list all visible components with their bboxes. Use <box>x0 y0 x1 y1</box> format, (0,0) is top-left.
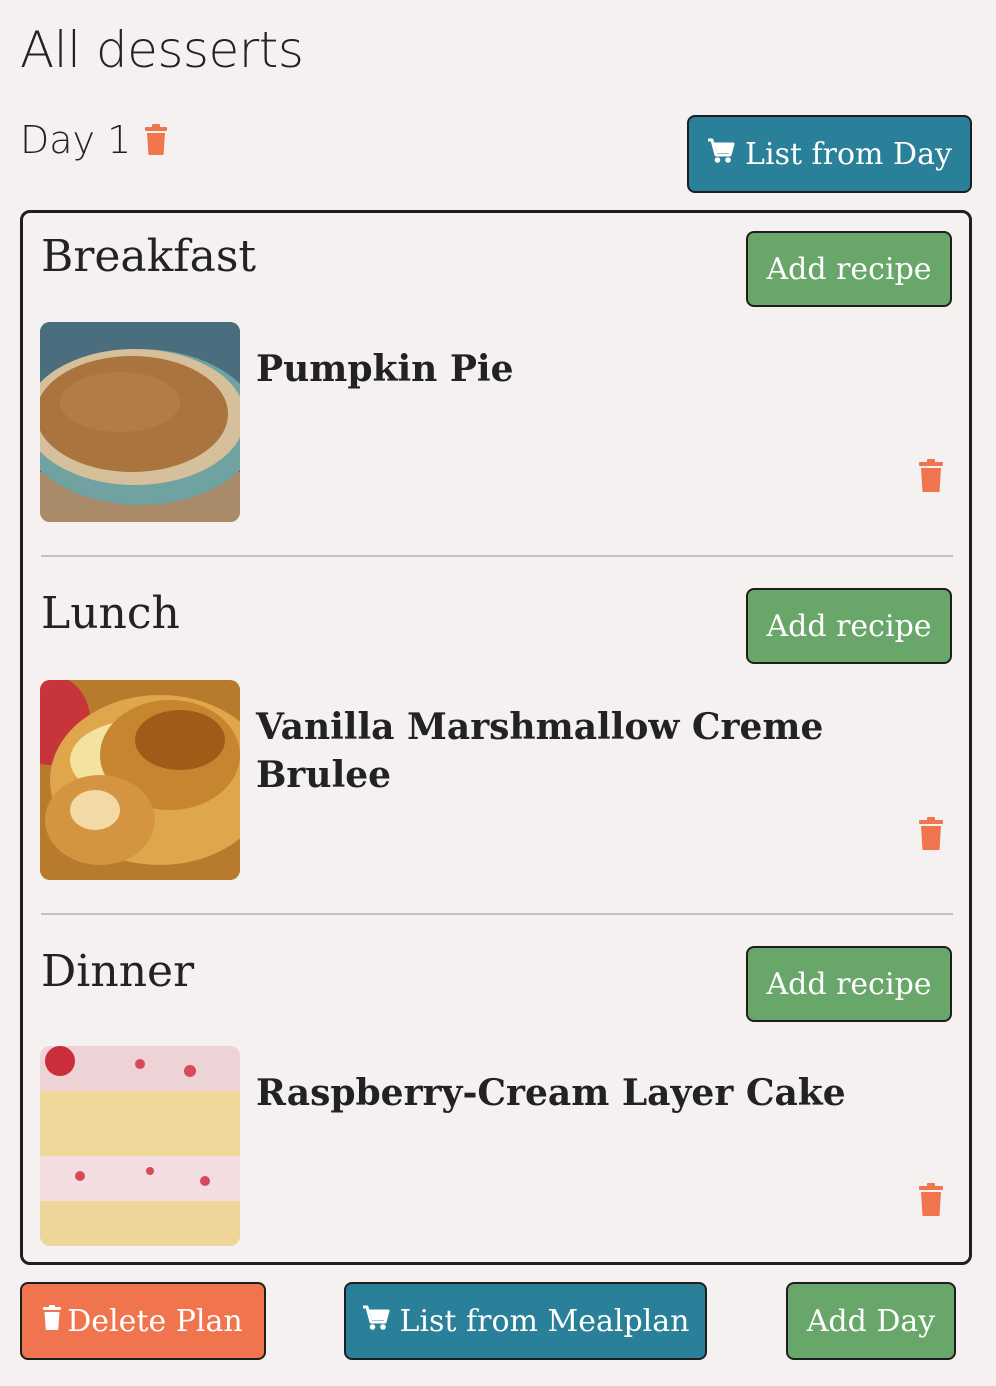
add-recipe-label: Add recipe <box>766 608 932 644</box>
page-title: All desserts <box>20 21 304 79</box>
remove-recipe-icon[interactable] <box>919 1183 943 1216</box>
list-from-day-label: List from Day <box>745 136 952 172</box>
meal-divider <box>41 913 953 915</box>
recipe-name[interactable]: Pumpkin Pie <box>256 345 856 393</box>
recipe-image-creme-brulee[interactable] <box>40 680 240 880</box>
cart-icon <box>707 137 735 172</box>
add-recipe-button-dinner[interactable]: Add recipe <box>746 946 952 1022</box>
add-day-button[interactable]: Add Day <box>786 1282 956 1360</box>
day-header: Day 1 <box>20 118 168 162</box>
recipe-image-pumpkin-pie[interactable] <box>40 322 240 522</box>
trash-icon <box>43 1304 62 1339</box>
day-label: Day 1 <box>20 118 132 162</box>
list-from-mealplan-label: List from Mealplan <box>399 1303 690 1339</box>
add-recipe-button-lunch[interactable]: Add recipe <box>746 588 952 664</box>
add-recipe-label: Add recipe <box>766 251 932 287</box>
recipe-image-layer-cake[interactable] <box>40 1046 240 1246</box>
list-from-mealplan-button[interactable]: List from Mealplan <box>344 1282 707 1360</box>
list-from-day-button[interactable]: List from Day <box>687 115 972 193</box>
meal-title-breakfast: Breakfast <box>41 231 257 282</box>
add-recipe-button-breakfast[interactable]: Add recipe <box>746 231 952 307</box>
add-recipe-label: Add recipe <box>766 966 932 1002</box>
meal-title-lunch: Lunch <box>41 588 180 639</box>
add-day-label: Add Day <box>806 1303 936 1339</box>
recipe-name[interactable]: Vanilla Marshmallow Creme Brulee <box>256 703 896 799</box>
remove-recipe-icon[interactable] <box>919 817 943 850</box>
recipe-name[interactable]: Raspberry-Cream Layer Cake <box>256 1069 916 1117</box>
meal-divider <box>41 555 953 557</box>
delete-plan-button[interactable]: Delete Plan <box>20 1282 266 1360</box>
delete-plan-label: Delete Plan <box>67 1303 243 1339</box>
cart-icon <box>362 1304 390 1339</box>
delete-day-icon[interactable] <box>145 124 168 156</box>
day-card: Breakfast Add recipe Pumpkin Pie Lunch A… <box>20 210 972 1265</box>
remove-recipe-icon[interactable] <box>919 459 943 492</box>
meal-title-dinner: Dinner <box>41 946 195 997</box>
